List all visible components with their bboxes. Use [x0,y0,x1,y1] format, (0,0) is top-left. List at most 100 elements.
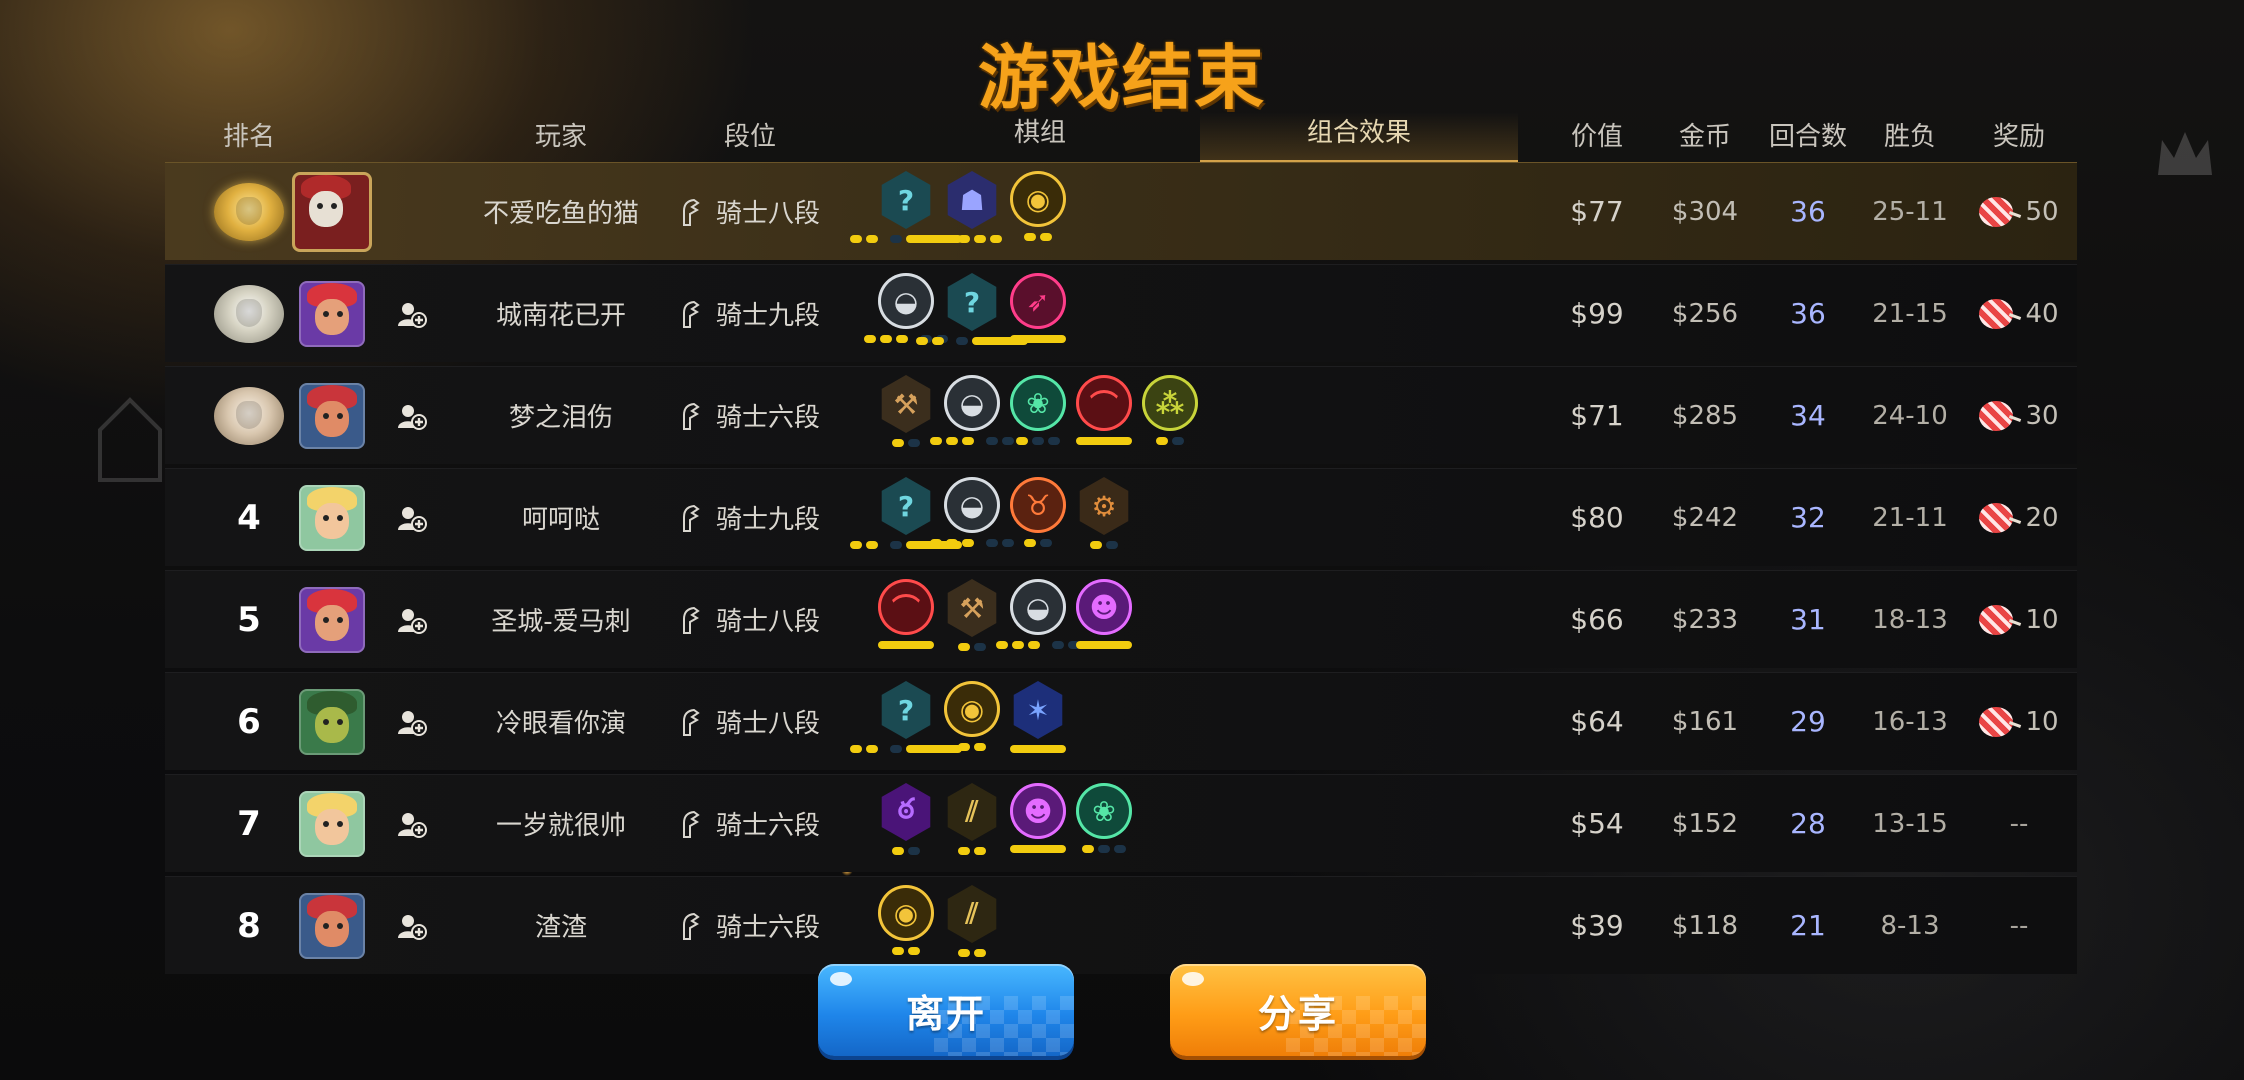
synergy-item[interactable]: ⫽ [943,783,1001,865]
synergy-item[interactable]: ✶ [1009,681,1067,763]
winloss-record: 24-10 [1872,400,1948,431]
synergy-item[interactable]: ◒ [930,375,1014,457]
synergy-item[interactable]: ☻ [1009,783,1067,865]
rounds-cell: 36 [1758,265,1858,362]
synergy-pip [866,235,878,243]
player-avatar[interactable] [299,280,365,347]
synergy-item[interactable]: ☻ [1075,579,1133,661]
player-avatar[interactable] [299,892,365,959]
avatar-eye [323,718,329,725]
synergy-item[interactable]: ❀ [1009,375,1067,457]
player-name-cell: 不爱吃鱼的猫 [441,163,681,260]
leave-button[interactable]: 离开 [818,964,1074,1056]
add-friend-icon[interactable] [395,910,427,942]
synergy-item[interactable]: ☗ [942,171,1002,253]
tier-label: 骑士八段 [715,199,820,229]
add-friend-icon[interactable] [395,502,427,534]
add-friend-icon[interactable] [395,298,427,330]
header-gold: 金币 [1678,122,1732,152]
synergy-pip [1016,437,1028,445]
synergy-item[interactable]: ◒ [930,477,1014,559]
crest-teal-icon: ? [881,477,931,535]
avatar-cell [287,265,377,362]
add-friend-cell [381,775,441,872]
avatar-face [315,400,349,437]
synergy-item[interactable]: ⚒ [877,375,935,457]
synergy-item[interactable]: ? [916,273,1028,355]
leave-button-label: 离开 [905,991,986,1036]
synergy-item[interactable]: ⫽ [943,885,1001,967]
synergy-item[interactable]: ➶ [1009,273,1067,355]
player-avatar[interactable] [299,688,365,755]
synergy-item[interactable]: ⌒ [1075,375,1133,457]
synergy-item[interactable]: ⚒ [943,579,1001,661]
value-amount: $64 [1570,705,1624,738]
avatar-cell [287,367,377,464]
winloss-cell: 24-10 [1860,367,1960,464]
gold-cell: $242 [1655,469,1755,566]
player-avatar[interactable] [299,586,365,653]
synergy-level-pips [958,949,986,957]
synergy-item[interactable]: ⌒ [877,579,935,661]
synergy-item[interactable]: ❀ [1075,783,1133,865]
synergy-item[interactable]: ♉ [1009,477,1067,559]
synergy-item[interactable]: ◉ [1009,171,1067,253]
synergy-list: ? ◉ ✶ [850,681,1067,763]
synergy-item[interactable]: ⁂ [1141,375,1199,457]
reward: 40 [1979,298,2059,329]
gold-cell: $152 [1655,775,1755,872]
synergy-item[interactable]: ◉ [877,885,935,967]
reward-amount: 10 [2025,604,2059,635]
value-amount: $39 [1570,909,1624,942]
synergy-item[interactable]: ◒ [996,579,1080,661]
synergy-item[interactable]: ◉ [943,681,1001,763]
synergy-pip [892,439,904,447]
winloss-record: 16-13 [1872,706,1948,737]
player-avatar[interactable] [299,484,365,551]
reward: 50 [1979,196,2059,227]
value-cell: $54 [1547,775,1647,872]
add-friend-icon[interactable] [395,604,427,636]
synergy-pip [916,337,928,345]
player-name: 圣城-爱马刺 [491,607,631,637]
avatar-eye [323,412,329,419]
synergy-item[interactable]: ⚙ [1075,477,1133,559]
reward: 30 [1979,400,2059,431]
avatar-eye [317,202,323,209]
eye-gold-icon: ◉ [878,885,934,941]
reward-amount: 10 [2025,706,2059,737]
reward-cell: 10 [1959,571,2079,668]
synergy-list: ? ◒ ♉ ⚙ [850,477,1133,559]
reward-empty: -- [2009,808,2029,839]
share-button[interactable]: 分享 [1170,964,1426,1056]
add-friend-icon[interactable] [395,808,427,840]
eye-gold-icon: ◉ [1010,171,1066,227]
synergy-item[interactable]: ఠ [877,783,935,865]
arc-red-icon: ⌒ [878,579,934,635]
tab-synergy[interactable]: 组合效果 [1307,114,1411,158]
player-avatar[interactable] [299,790,365,857]
reward-cell: -- [1959,775,2079,872]
add-friend-icon[interactable] [395,706,427,738]
synergy-pip [1010,745,1066,753]
synergy-item[interactable]: ? [850,171,962,253]
player-avatar[interactable] [292,171,372,252]
synergy-level-pips [1076,641,1132,649]
tab-board[interactable]: 棋组 [1014,114,1066,158]
cap-gray-icon: ◒ [878,273,934,329]
synergy-item[interactable]: ? [850,477,962,559]
candy-icon [1979,298,2014,329]
rounds-count: 28 [1790,807,1826,840]
synergy-item[interactable]: ? [850,681,962,763]
dragon-blue-icon: ✶ [1013,681,1063,739]
add-friend-icon[interactable] [395,400,427,432]
synergy-pip [866,541,878,549]
demon-purple-icon: ☻ [1010,783,1066,839]
player-avatar[interactable] [299,382,365,449]
synergy-level-pips [1076,437,1132,445]
avatar-face [315,706,349,743]
value-cell: $77 [1547,163,1647,260]
share-button-label: 分享 [1257,991,1338,1036]
reward-amount: 30 [2025,400,2059,431]
add-friend-cell [381,367,441,464]
